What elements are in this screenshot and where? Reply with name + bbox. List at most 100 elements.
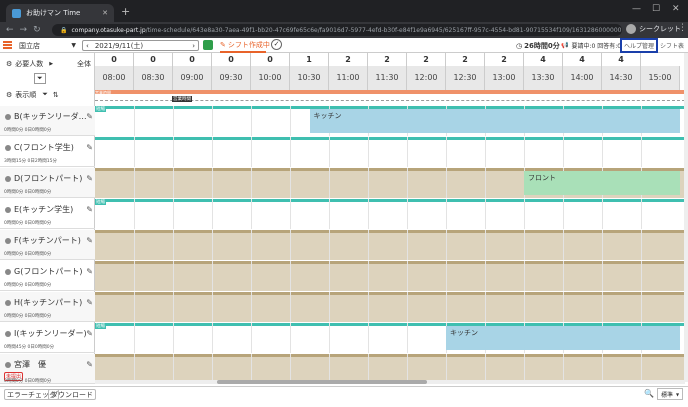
grid-line — [368, 292, 369, 322]
row-body[interactable] — [95, 233, 685, 260]
shift-list-label: シフト表 — [660, 43, 685, 50]
hamburger-menu-icon[interactable] — [3, 41, 12, 49]
employee-hours: 0時間0分 0日0時間0分 — [4, 128, 52, 133]
employee-hours: 0時間0分 0日0時間0分 — [4, 379, 52, 384]
person-icon — [5, 361, 11, 368]
employee-name-text: H(キッチンパート) — [14, 298, 83, 307]
minimize-icon[interactable]: — — [632, 4, 641, 14]
incognito-profile[interactable]: シークレット — [626, 24, 681, 34]
row-body[interactable] — [95, 295, 685, 322]
url-field[interactable]: 🔒 company.otasuke-part.jp/time-schedule/… — [52, 24, 622, 36]
row-body[interactable] — [95, 264, 685, 291]
employee-name-text: G(フロントパート) — [14, 267, 83, 276]
megaphone-icon: 📢 — [561, 42, 569, 49]
confirm-check-icon[interactable]: ✓ — [271, 39, 282, 50]
employee-row[interactable]: C(フロント学生) 3時間15分 0日2時間15分 ✎ — [0, 137, 95, 167]
employee-row[interactable]: I(キッチンリーダー) 0時間45分 0日0時間0分 ✎ — [0, 323, 95, 353]
schedule-row[interactable]: フロント — [95, 168, 685, 198]
sort-icon[interactable]: ⇅ — [53, 91, 59, 99]
back-icon[interactable]: ← — [6, 25, 14, 35]
employee-row[interactable]: E(キッチン学生) 0時間0分 0日0時間0分 ✎ — [0, 199, 95, 229]
prev-date-icon[interactable]: ‹ — [86, 42, 89, 50]
edit-pencil-icon[interactable]: ✎ — [86, 174, 93, 183]
next-date-icon[interactable]: › — [192, 42, 195, 50]
address-bar: ← → ↻ 🔒 company.otasuke-part.jp/time-sch… — [0, 22, 688, 38]
person-icon — [5, 144, 11, 151]
close-window-icon[interactable]: ✕ — [672, 4, 680, 14]
shift-block[interactable]: キッチン — [446, 326, 680, 350]
save-icon[interactable] — [203, 40, 213, 50]
grid-line — [329, 168, 330, 198]
grid-line — [446, 168, 447, 198]
download-button[interactable]: ダウンロード — [48, 389, 96, 400]
zoom-select[interactable]: 標準 ▼ — [657, 388, 683, 400]
employee-row[interactable]: B(キッチンリーダ… 0時間0分 0日0時間0分 ✎ — [0, 106, 95, 136]
grid-line — [290, 292, 291, 322]
edit-pencil-icon[interactable]: ✎ — [86, 112, 93, 121]
employee-hours: 0時間0分 0日0時間0分 — [4, 314, 52, 319]
edit-pencil-icon[interactable]: ✎ — [86, 360, 93, 369]
edit-pencil-icon[interactable]: ✎ — [86, 267, 93, 276]
row-body[interactable] — [95, 357, 685, 382]
grid-line — [134, 106, 135, 136]
grid-line — [563, 199, 564, 229]
edit-pencil-icon[interactable]: ✎ — [86, 298, 93, 307]
required-count-cell: 0 — [95, 53, 134, 66]
new-tab-icon[interactable]: + — [121, 5, 130, 18]
edit-pencil-icon[interactable]: ✎ — [86, 329, 93, 338]
scrollbar-thumb[interactable] — [217, 380, 427, 384]
gear-icon[interactable]: ⚙ — [6, 60, 12, 68]
grid-line — [524, 261, 525, 291]
employee-row[interactable]: D(フロントパート) 0時間0分 0日0時間0分 ✎ — [0, 168, 95, 198]
shift-block[interactable]: フロント — [524, 171, 680, 195]
edit-pencil-icon[interactable]: ✎ — [86, 143, 93, 152]
schedule-row[interactable] — [95, 292, 685, 322]
shift-list-button[interactable]: シフト表 — [660, 41, 684, 50]
schedule-row[interactable]: 短縮 キッチン — [95, 323, 685, 353]
shift-create-button[interactable]: ✎ シフト作成中 — [220, 40, 270, 53]
vertical-scrollbar[interactable] — [684, 53, 688, 382]
reload-icon[interactable]: ↻ — [33, 25, 41, 35]
grid-line — [290, 354, 291, 382]
employee-row[interactable]: H(キッチンパート) 0時間0分 0日0時間0分 ✎ — [0, 292, 95, 322]
employee-row[interactable]: 宮澤 優未提出 0時間0分 0日0時間0分 ✎ — [0, 354, 95, 384]
filter-icon[interactable]: ⏷ — [34, 73, 46, 84]
grid-line — [407, 137, 408, 167]
employee-row[interactable]: G(フロントパート) 0時間0分 0日0時間0分 ✎ — [0, 261, 95, 291]
grid-line — [602, 137, 603, 167]
browser-tab[interactable]: お助けマン Time ✕ — [6, 4, 114, 22]
grid-line — [485, 354, 486, 382]
employee-row[interactable]: F(キッチンパート) 0時間0分 0日0時間0分 ✎ — [0, 230, 95, 260]
required-people-arrow-icon[interactable]: ▶ — [49, 61, 53, 67]
grid-line — [134, 199, 135, 229]
lock-icon: 🔒 — [60, 26, 68, 34]
schedule-row[interactable]: 短縮 キッチン — [95, 106, 685, 136]
schedule-row[interactable] — [95, 230, 685, 260]
schedule-row[interactable] — [95, 261, 685, 291]
forward-icon[interactable]: → — [20, 25, 28, 35]
help-management-button[interactable]: ヘルプ管理 — [620, 38, 658, 53]
edit-pencil-icon[interactable]: ✎ — [86, 236, 93, 245]
close-tab-icon[interactable]: ✕ — [102, 9, 108, 17]
grid-line — [290, 168, 291, 198]
schedule-row[interactable]: 短縮 — [95, 199, 685, 229]
chevron-down-icon: ▼ — [71, 42, 76, 49]
time-slot-header: 15:00 — [641, 66, 680, 90]
row-body[interactable] — [95, 140, 685, 167]
edit-pencil-icon[interactable]: ✎ — [86, 205, 93, 214]
maximize-icon[interactable]: ☐ — [652, 4, 660, 14]
grid-line — [212, 106, 213, 136]
grid-line — [134, 354, 135, 382]
browser-menu-icon[interactable]: ⋮ — [678, 23, 687, 33]
date-picker[interactable]: ‹ 2021/9/11(土) › — [82, 40, 199, 51]
shift-block[interactable]: キッチン — [309, 109, 680, 133]
store-select[interactable]: 国立店 ▼ — [19, 40, 76, 51]
grid-line — [524, 292, 525, 322]
schedule-row[interactable] — [95, 354, 685, 382]
row-body[interactable] — [95, 202, 685, 229]
employee-hours: 0時間0分 0日0時間0分 — [4, 252, 52, 257]
schedule-row[interactable] — [95, 137, 685, 167]
settings-icon[interactable]: ⚙ — [6, 91, 12, 99]
grid-line — [212, 292, 213, 322]
filter-order-icon[interactable]: ⏷ — [42, 90, 48, 99]
